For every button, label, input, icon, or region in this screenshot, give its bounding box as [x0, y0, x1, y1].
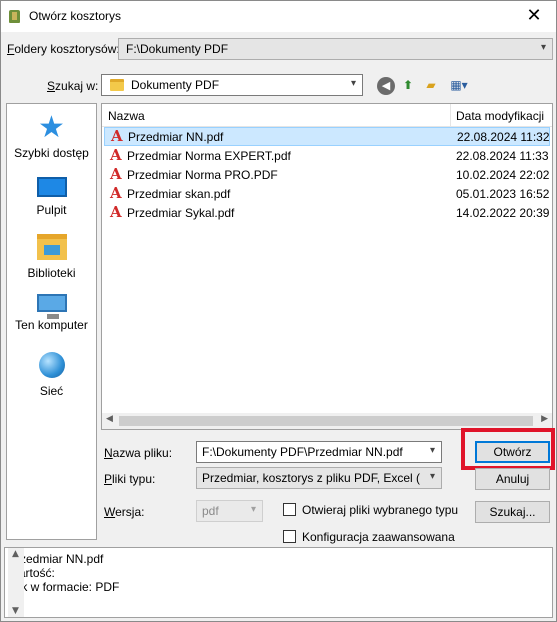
pdf-icon: A [111, 127, 123, 145]
chevron-down-icon: ▾ [350, 78, 356, 89]
search-in-value: Dokumenty PDF [131, 78, 220, 92]
pdf-icon: A [110, 146, 122, 164]
file-name: Przedmiar skan.pdf [127, 187, 231, 201]
version-value: pdf [202, 504, 219, 518]
column-date-modified[interactable]: Data modyfikacji [456, 109, 544, 123]
file-row[interactable]: A Przedmiar skan.pdf 05.01.2023 16:52 [104, 185, 550, 204]
file-date: 22.08.2024 11:33 [456, 149, 549, 163]
chevron-down-icon: ▾ [429, 445, 435, 456]
back-icon[interactable]: ◀ [377, 77, 395, 95]
star-icon: ★ [38, 110, 65, 145]
chevron-down-icon: ▾ [250, 504, 256, 515]
filename-value: F:\Dokumenty PDF\Przedmiar NN.pdf [202, 445, 403, 459]
place-quick-access[interactable]: ★ Szybki dostęp [7, 110, 96, 161]
file-name: Przedmiar Norma EXPERT.pdf [127, 149, 291, 163]
folders-label: Foldery kosztorysów: [7, 42, 120, 56]
filename-label: Nazwa pliku: [104, 446, 173, 460]
folder-icon [110, 79, 124, 91]
scroll-left-icon[interactable]: ◀ [106, 414, 113, 424]
file-list-header: ^ Nazwa Data modyfikacji [102, 104, 552, 127]
open-estimate-dialog: Otwórz kosztorys ✕ Foldery kosztorysów: … [0, 0, 557, 622]
window-title: Otwórz kosztorys [29, 9, 122, 23]
file-row[interactable]: A Przedmiar Norma PRO.PDF 10.02.2024 22:… [104, 166, 550, 185]
info-format: Plik w formacie: PDF [8, 580, 120, 594]
pdf-icon: A [110, 184, 122, 202]
chevron-down-icon: ▾ [429, 471, 435, 482]
chevron-down-icon: ▾ [540, 42, 546, 53]
filetype-label: Pliki typu: [104, 472, 156, 486]
file-list[interactable]: ^ Nazwa Data modyfikacji A Przedmiar NN.… [101, 103, 553, 430]
version-label: Wersja: [104, 505, 145, 519]
close-icon[interactable]: ✕ [522, 5, 546, 27]
file-row[interactable]: A Przedmiar Norma EXPERT.pdf 22.08.2024 … [104, 147, 550, 166]
scroll-right-icon[interactable]: ▶ [541, 414, 548, 424]
scrollbar-thumb[interactable] [119, 416, 533, 426]
up-folder-icon[interactable]: ⬆ [399, 76, 417, 94]
cancel-button[interactable]: Anuluj [475, 468, 550, 490]
filetype-value: Przedmiar, kosztorys z pliku PDF, Excel … [202, 471, 420, 485]
column-name[interactable]: Nazwa [108, 109, 145, 123]
place-desktop[interactable]: Pulpit [7, 174, 96, 217]
file-row[interactable]: A Przedmiar Sykal.pdf 14.02.2022 20:39 [104, 204, 550, 223]
scroll-up-icon[interactable]: ▲ [12, 549, 19, 559]
search-in-combo[interactable]: Dokumenty PDF ▾ [101, 74, 363, 96]
advanced-config-checkbox[interactable] [283, 530, 296, 543]
file-date: 14.02.2022 20:39 [456, 206, 550, 220]
advanced-config-label: Konfiguracja zaawansowana [302, 530, 455, 544]
open-button[interactable]: Otwórz [475, 441, 550, 463]
sort-up-icon: ^ [270, 103, 278, 110]
file-info-panel: Przedmiar NN.pdf Wartość: Plik w formaci… [4, 547, 553, 618]
file-date: 05.01.2023 16:52 [456, 187, 550, 201]
computer-icon [36, 294, 67, 319]
places-bar: ★ Szybki dostęp Pulpit Biblioteki Ten ko… [6, 103, 97, 540]
place-this-pc[interactable]: Ten komputer [7, 294, 96, 332]
pdf-icon: A [110, 165, 122, 183]
folders-combo[interactable]: F:\Dokumenty PDF ▾ [118, 38, 553, 60]
search-in-label: Szukaj w: [47, 79, 99, 93]
file-date: 10.02.2024 22:02 [456, 168, 550, 182]
open-selected-type-checkbox[interactable] [283, 503, 296, 516]
search-button[interactable]: Szukaj... [475, 501, 550, 523]
file-row[interactable]: A Przedmiar NN.pdf 22.08.2024 11:32 [104, 127, 550, 146]
view-menu-icon[interactable]: ▦▾ [446, 76, 472, 94]
place-libraries[interactable]: Biblioteki [7, 234, 96, 280]
pdf-icon: A [110, 203, 122, 221]
version-combo: pdf ▾ [196, 500, 263, 522]
new-folder-icon[interactable]: ▰ [422, 76, 440, 94]
app-book-icon [9, 10, 20, 23]
place-network[interactable]: Sieć [7, 352, 96, 398]
scroll-down-icon[interactable]: ▼ [12, 606, 19, 616]
folders-value: F:\Dokumenty PDF [126, 42, 229, 56]
filetype-combo[interactable]: Przedmiar, kosztorys z pliku PDF, Excel … [196, 467, 442, 489]
file-name: Przedmiar NN.pdf [128, 130, 224, 144]
file-name: Przedmiar Norma PRO.PDF [127, 168, 278, 182]
file-name: Przedmiar Sykal.pdf [127, 206, 235, 220]
filename-input[interactable]: F:\Dokumenty PDF\Przedmiar NN.pdf ▾ [196, 441, 442, 463]
desktop-icon [36, 177, 67, 197]
libraries-icon [36, 234, 67, 260]
info-vertical-scrollbar[interactable]: ▲ ▼ [8, 548, 24, 617]
network-icon [38, 352, 65, 378]
open-selected-type-label: Otwieraj pliki wybranego typu [302, 503, 459, 517]
file-date: 22.08.2024 11:32 [457, 130, 550, 144]
title-bar: Otwórz kosztorys ✕ [1, 1, 556, 32]
